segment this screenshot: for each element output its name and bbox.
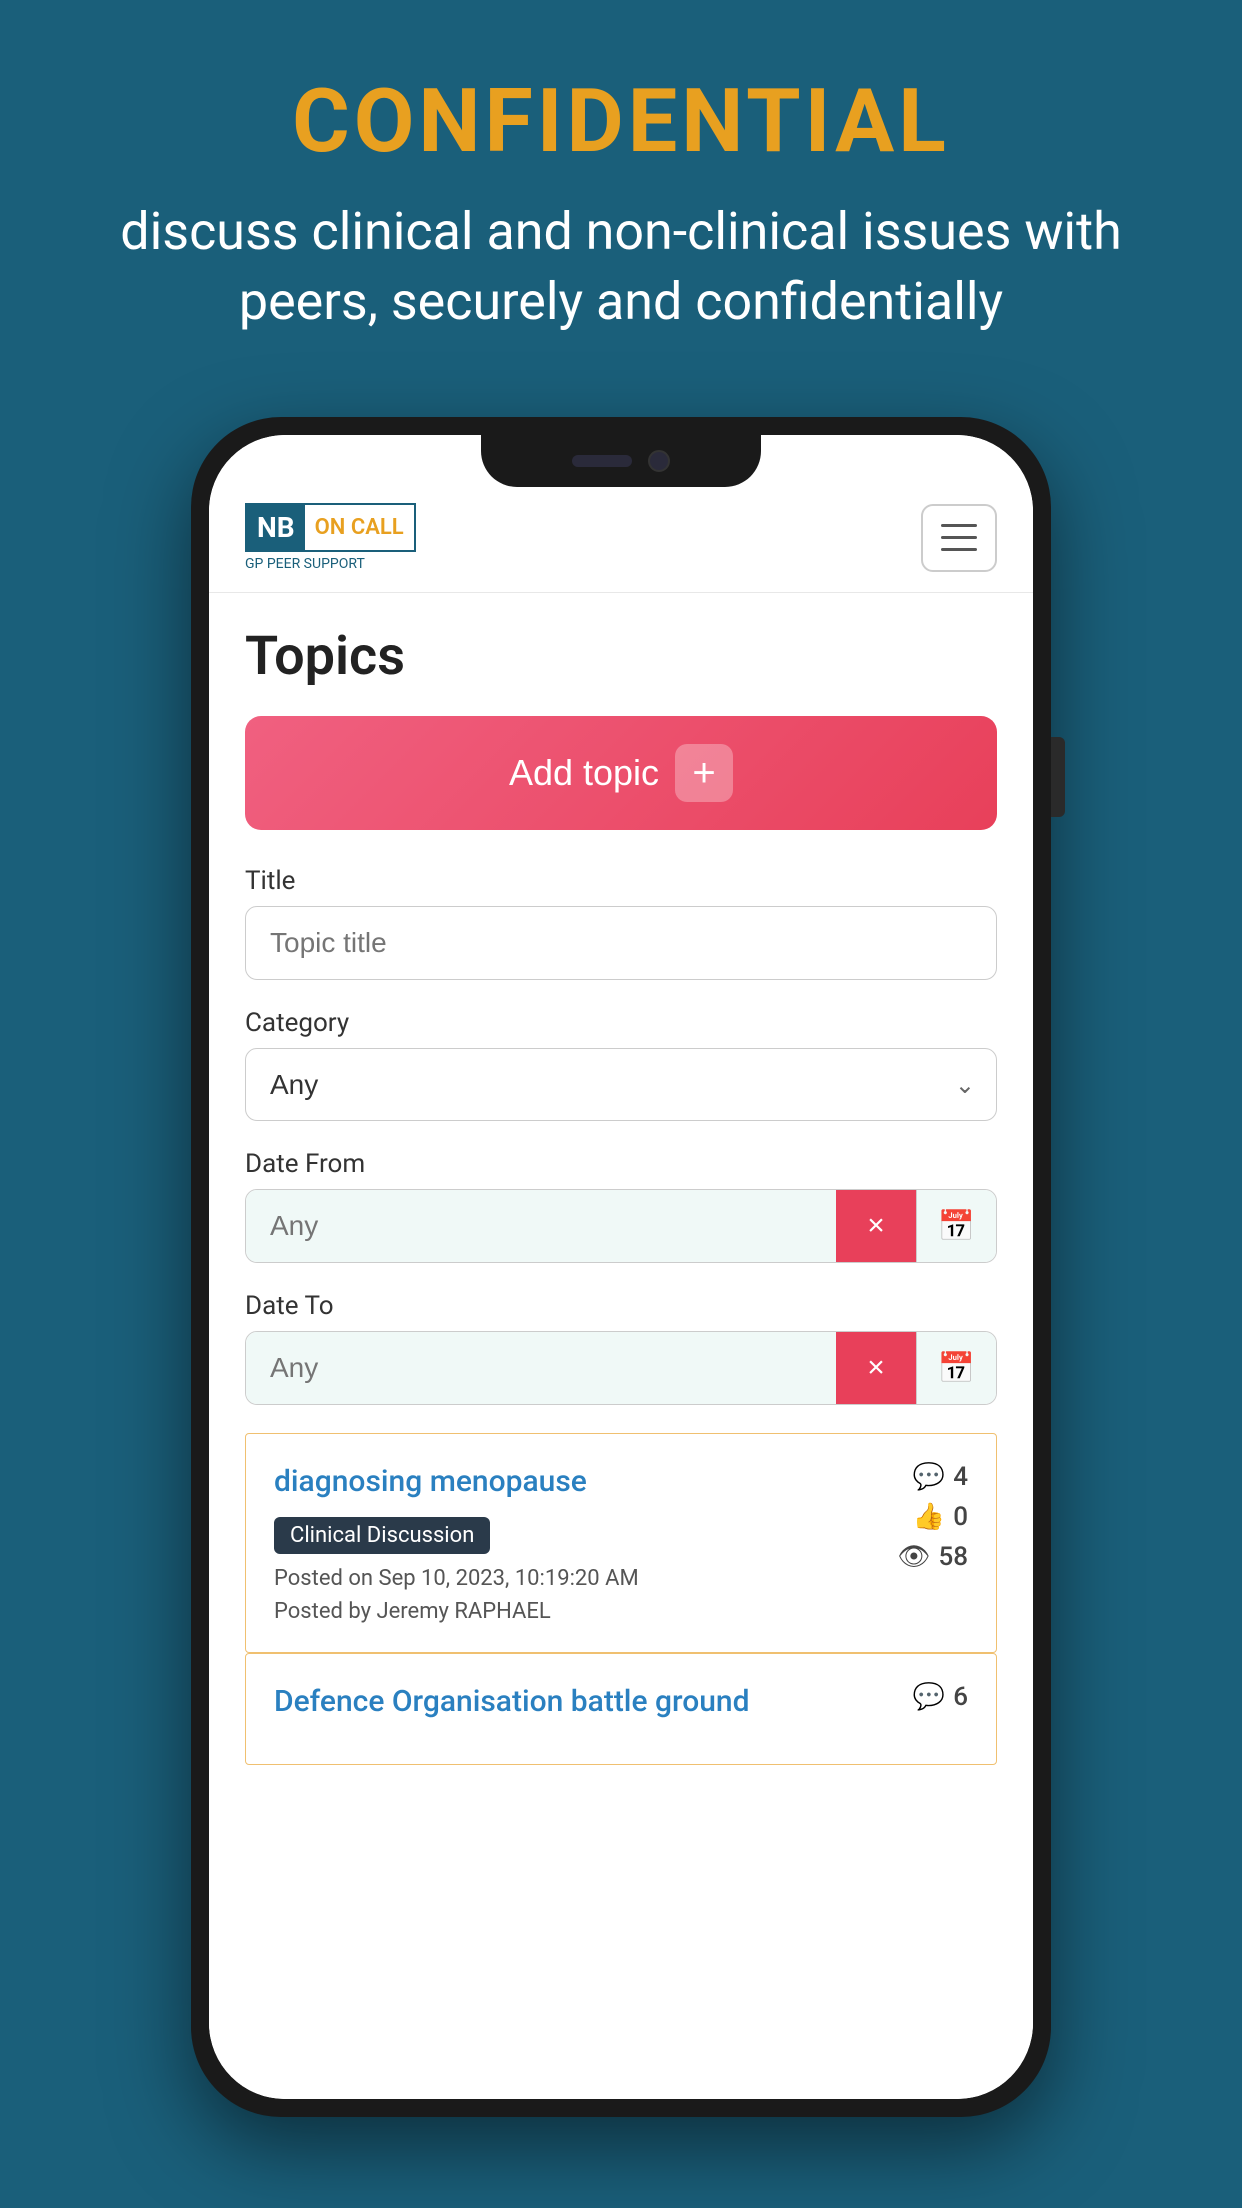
main-content: Topics Add topic + Title Category [209, 593, 1033, 2099]
category-filter-label: Category [245, 1008, 997, 1038]
date-from-input-wrapper: × 📅 [245, 1189, 997, 1263]
phone-wrapper: NB ON CALL GP PEER SUPPORT Topics [191, 417, 1051, 2117]
title-filter-section: Title [245, 866, 997, 980]
add-topic-label: Add topic [509, 752, 659, 794]
phone-frame: NB ON CALL GP PEER SUPPORT Topics [191, 417, 1051, 2117]
logo-nb: NB [247, 505, 305, 550]
add-topic-plus-icon: + [675, 744, 733, 802]
calendar-icon: 📅 [938, 1209, 975, 1244]
category-select-wrapper: Any Clinical Discussion Administrative G… [245, 1048, 997, 1121]
menu-line-1 [941, 524, 977, 527]
notch-sensor [572, 455, 632, 467]
menu-button[interactable] [921, 504, 997, 572]
topic-posted-date: Posted on Sep 10, 2023, 10:19:20 AM [274, 1566, 878, 1591]
view-count: 58 [938, 1542, 968, 1572]
topic-meta-row: diagnosing menopause Clinical Discussion… [274, 1462, 968, 1624]
category-select[interactable]: Any Clinical Discussion Administrative G… [245, 1048, 997, 1121]
topic-stats-2: 💬 6 [878, 1682, 968, 1712]
notch-camera [648, 450, 670, 472]
phone-button-right [1051, 737, 1065, 817]
logo-tagline: GP PEER SUPPORT [245, 556, 416, 572]
comment-stat: 💬 4 [913, 1462, 968, 1492]
app-content: NB ON CALL GP PEER SUPPORT Topics [209, 435, 1033, 2099]
title-filter-input[interactable] [245, 906, 997, 980]
date-to-label: Date To [245, 1291, 997, 1321]
confidential-title: CONFIDENTIAL [80, 70, 1162, 173]
menu-line-3 [941, 548, 977, 551]
topic-stats: 💬 4 👍 0 👁 58 [878, 1462, 968, 1572]
comment-icon: 💬 [913, 1462, 945, 1492]
topic-meta-left-2: Defence Organisation battle ground [274, 1682, 878, 1737]
clear-icon-2: × [867, 1351, 885, 1385]
notch [481, 435, 761, 487]
date-from-filter-section: Date From × 📅 [245, 1149, 997, 1263]
page-title: Topics [245, 625, 997, 688]
date-from-input[interactable] [246, 1190, 836, 1262]
view-stat: 👁 58 [897, 1542, 968, 1572]
category-filter-section: Category Any Clinical Discussion Adminis… [245, 1008, 997, 1121]
comment-count: 4 [953, 1462, 968, 1492]
date-to-input[interactable] [246, 1332, 836, 1404]
topic-title-link[interactable]: diagnosing menopause [274, 1462, 878, 1503]
like-count: 0 [953, 1502, 968, 1532]
view-icon: 👁 [897, 1542, 930, 1572]
title-filter-label: Title [245, 866, 997, 896]
topic-item: diagnosing menopause Clinical Discussion… [245, 1433, 997, 1653]
date-to-clear-button[interactable]: × [836, 1332, 916, 1404]
topic-list: diagnosing menopause Clinical Discussion… [245, 1433, 997, 1765]
page-header: CONFIDENTIAL discuss clinical and non-cl… [0, 0, 1242, 377]
date-to-input-wrapper: × 📅 [245, 1331, 997, 1405]
logo-box: NB ON CALL [245, 503, 416, 552]
comment-stat-2: 💬 6 [913, 1682, 968, 1712]
date-from-clear-button[interactable]: × [836, 1190, 916, 1262]
date-from-calendar-button[interactable]: 📅 [916, 1190, 996, 1262]
phone-screen: NB ON CALL GP PEER SUPPORT Topics [209, 435, 1033, 2099]
menu-line-2 [941, 536, 977, 539]
logo-container: NB ON CALL [245, 503, 416, 552]
add-topic-button[interactable]: Add topic + [245, 716, 997, 830]
topic-meta-left: diagnosing menopause Clinical Discussion… [274, 1462, 878, 1624]
like-stat: 👍 0 [913, 1502, 968, 1532]
comment-icon-2: 💬 [913, 1682, 945, 1712]
topic-title-link-2[interactable]: Defence Organisation battle ground [274, 1682, 878, 1723]
topic-meta-row-2: Defence Organisation battle ground 💬 6 [274, 1682, 968, 1737]
date-from-label: Date From [245, 1149, 997, 1179]
like-icon: 👍 [913, 1502, 945, 1532]
header-subtitle: discuss clinical and non-clinical issues… [80, 197, 1162, 337]
logo-wrapper: NB ON CALL GP PEER SUPPORT [245, 503, 416, 572]
comment-count-2: 6 [953, 1682, 968, 1712]
topic-category-badge: Clinical Discussion [274, 1517, 490, 1554]
topic-posted-by: Posted by Jeremy RAPHAEL [274, 1599, 878, 1624]
date-to-filter-section: Date To × 📅 [245, 1291, 997, 1405]
logo-on-call: ON CALL [305, 509, 414, 546]
calendar-icon-2: 📅 [938, 1351, 975, 1386]
date-to-calendar-button[interactable]: 📅 [916, 1332, 996, 1404]
topic-item-2: Defence Organisation battle ground 💬 6 [245, 1653, 997, 1766]
clear-icon: × [867, 1209, 885, 1243]
